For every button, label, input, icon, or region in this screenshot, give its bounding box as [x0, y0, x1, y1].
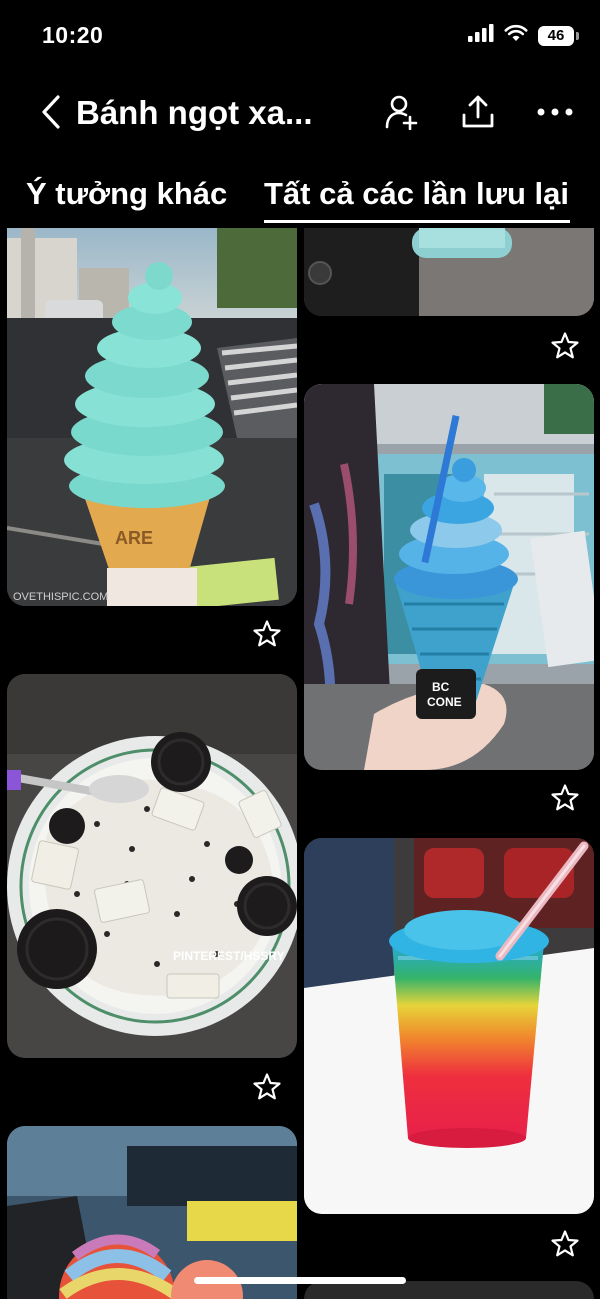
pin-image [304, 838, 594, 1214]
pin-blue-cone[interactable]: BC CONE [304, 384, 594, 770]
favorite-button[interactable] [251, 618, 283, 650]
more-icon [537, 108, 573, 116]
active-tab-indicator [264, 220, 570, 223]
pin-image: BC CONE [304, 384, 594, 770]
cone-text: ARE [115, 528, 153, 548]
pin-rainbow-scoop[interactable] [7, 1126, 297, 1299]
add-person-icon [385, 95, 418, 130]
cup-text-1: BC [432, 680, 450, 694]
favorite-button[interactable] [549, 1228, 581, 1260]
share-icon [462, 95, 494, 128]
status-indicators: 46 [468, 24, 579, 47]
tab-more-ideas[interactable]: Ý tưởng khác [26, 176, 227, 212]
star-icon [551, 332, 579, 359]
star-icon [253, 620, 281, 647]
home-indicator[interactable] [194, 1277, 406, 1284]
star-icon [551, 1230, 579, 1257]
pin-image [7, 1126, 297, 1299]
favorite-button[interactable] [549, 330, 581, 362]
board-tabs: Ý tưởng khác Tất cả các lần lưu lại [0, 176, 600, 226]
pin-mint-cone[interactable]: ARE OVETHISPIC.COM [7, 228, 297, 606]
battery-level: 46 [547, 26, 565, 44]
pin-rainbow-slushie[interactable] [304, 838, 594, 1214]
share-button[interactable] [456, 90, 500, 134]
more-options-button[interactable] [533, 90, 577, 134]
cup-text-2: CONE [427, 695, 462, 709]
wifi-icon [504, 24, 528, 47]
pin-top-partial[interactable] [304, 228, 594, 316]
pin-image: ARE OVETHISPIC.COM [7, 228, 297, 606]
star-icon [551, 784, 579, 811]
pin-image [304, 228, 594, 316]
pin-image: PINTEREST/HSSRY [7, 674, 297, 1058]
watermark: OVETHISPIC.COM [13, 591, 108, 603]
tab-all-saves[interactable]: Tất cả các lần lưu lại [264, 176, 569, 212]
favorite-button[interactable] [549, 782, 581, 814]
board-header: Bánh ngọt xa... [0, 80, 600, 144]
favorite-button[interactable] [251, 1071, 283, 1103]
watermark: PINTEREST/HSSRY [173, 949, 285, 963]
status-time: 10:20 [42, 22, 104, 48]
status-bar: 10:20 46 [0, 0, 600, 72]
add-collaborator-button[interactable] [380, 90, 424, 134]
chevron-left-icon [42, 95, 60, 129]
back-button[interactable] [34, 92, 68, 132]
pin-oreo-ice-cream[interactable]: PINTEREST/HSSRY [7, 674, 297, 1058]
signal-icon [468, 24, 494, 47]
battery-icon: 46 [538, 25, 579, 46]
star-icon [253, 1073, 281, 1100]
board-title: Bánh ngọt xa... [76, 94, 313, 131]
